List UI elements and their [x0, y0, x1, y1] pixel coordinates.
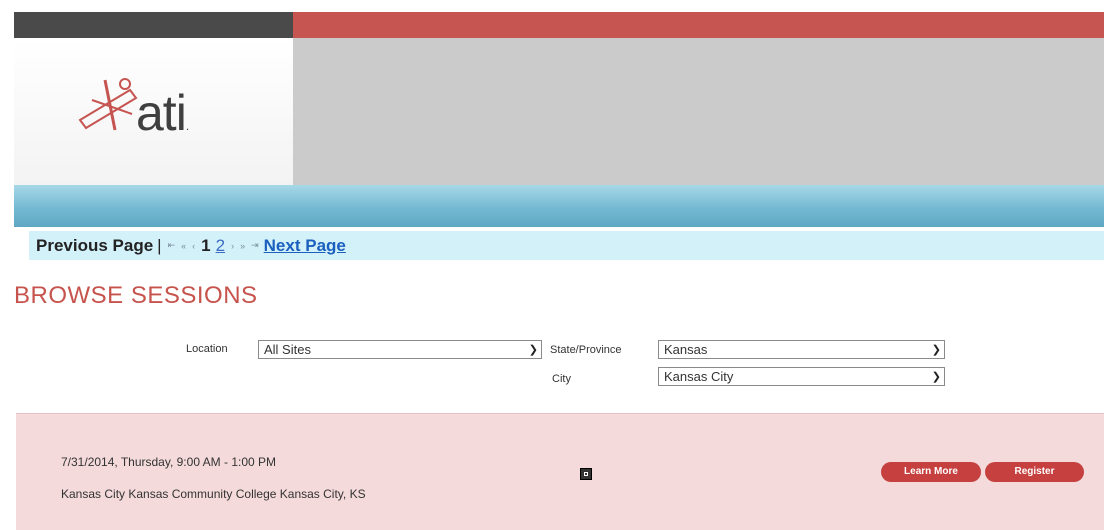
last-page-icon[interactable]: ⇥ [251, 240, 259, 251]
session-venue: Kansas City Kansas Community College Kan… [61, 487, 366, 501]
header-dark-bar [14, 12, 293, 38]
map-icon[interactable] [580, 468, 592, 480]
location-label: Location [186, 343, 228, 355]
chevron-down-icon: ❯ [528, 344, 538, 356]
city-value: Kansas City [664, 369, 734, 384]
state-label: State/Province [550, 344, 622, 356]
first-page-icon[interactable]: ⇤ [168, 240, 176, 251]
back-icon[interactable]: ‹ [192, 241, 195, 251]
header-banner [293, 38, 1104, 185]
page-2-link[interactable]: 2 [216, 236, 225, 256]
ati-logo-text: ati. [136, 85, 189, 141]
page-title: BROWSE SESSIONS [14, 282, 258, 309]
chevron-down-icon: ❯ [931, 371, 941, 383]
fast-back-icon[interactable]: « [181, 241, 186, 251]
header-red-bar [293, 12, 1104, 38]
city-label: City [552, 373, 571, 385]
previous-page-link[interactable]: Previous Page [36, 236, 153, 256]
location-select[interactable]: All Sites ❯ [258, 340, 542, 359]
location-value: All Sites [264, 342, 311, 357]
chevron-down-icon: ❯ [931, 344, 941, 356]
learn-more-button[interactable]: Learn More [881, 462, 981, 482]
city-select[interactable]: Kansas City ❯ [658, 367, 945, 386]
fast-forward-icon[interactable]: » [240, 241, 245, 251]
next-page-link[interactable]: Next Page [264, 236, 346, 256]
state-value: Kansas [664, 342, 708, 357]
state-select[interactable]: Kansas ❯ [658, 340, 945, 359]
pager-bar: Previous Page | ⇤ « ‹ 1 2 › » ⇥ Next Pag… [29, 231, 1104, 260]
current-page: 1 [201, 235, 211, 255]
pager-separator: | [157, 235, 162, 255]
nav-band [14, 185, 1104, 227]
session-datetime: 7/31/2014, Thursday, 9:00 AM - 1:00 PM [61, 455, 277, 469]
forward-icon[interactable]: › [231, 241, 234, 251]
register-button[interactable]: Register [985, 462, 1084, 482]
